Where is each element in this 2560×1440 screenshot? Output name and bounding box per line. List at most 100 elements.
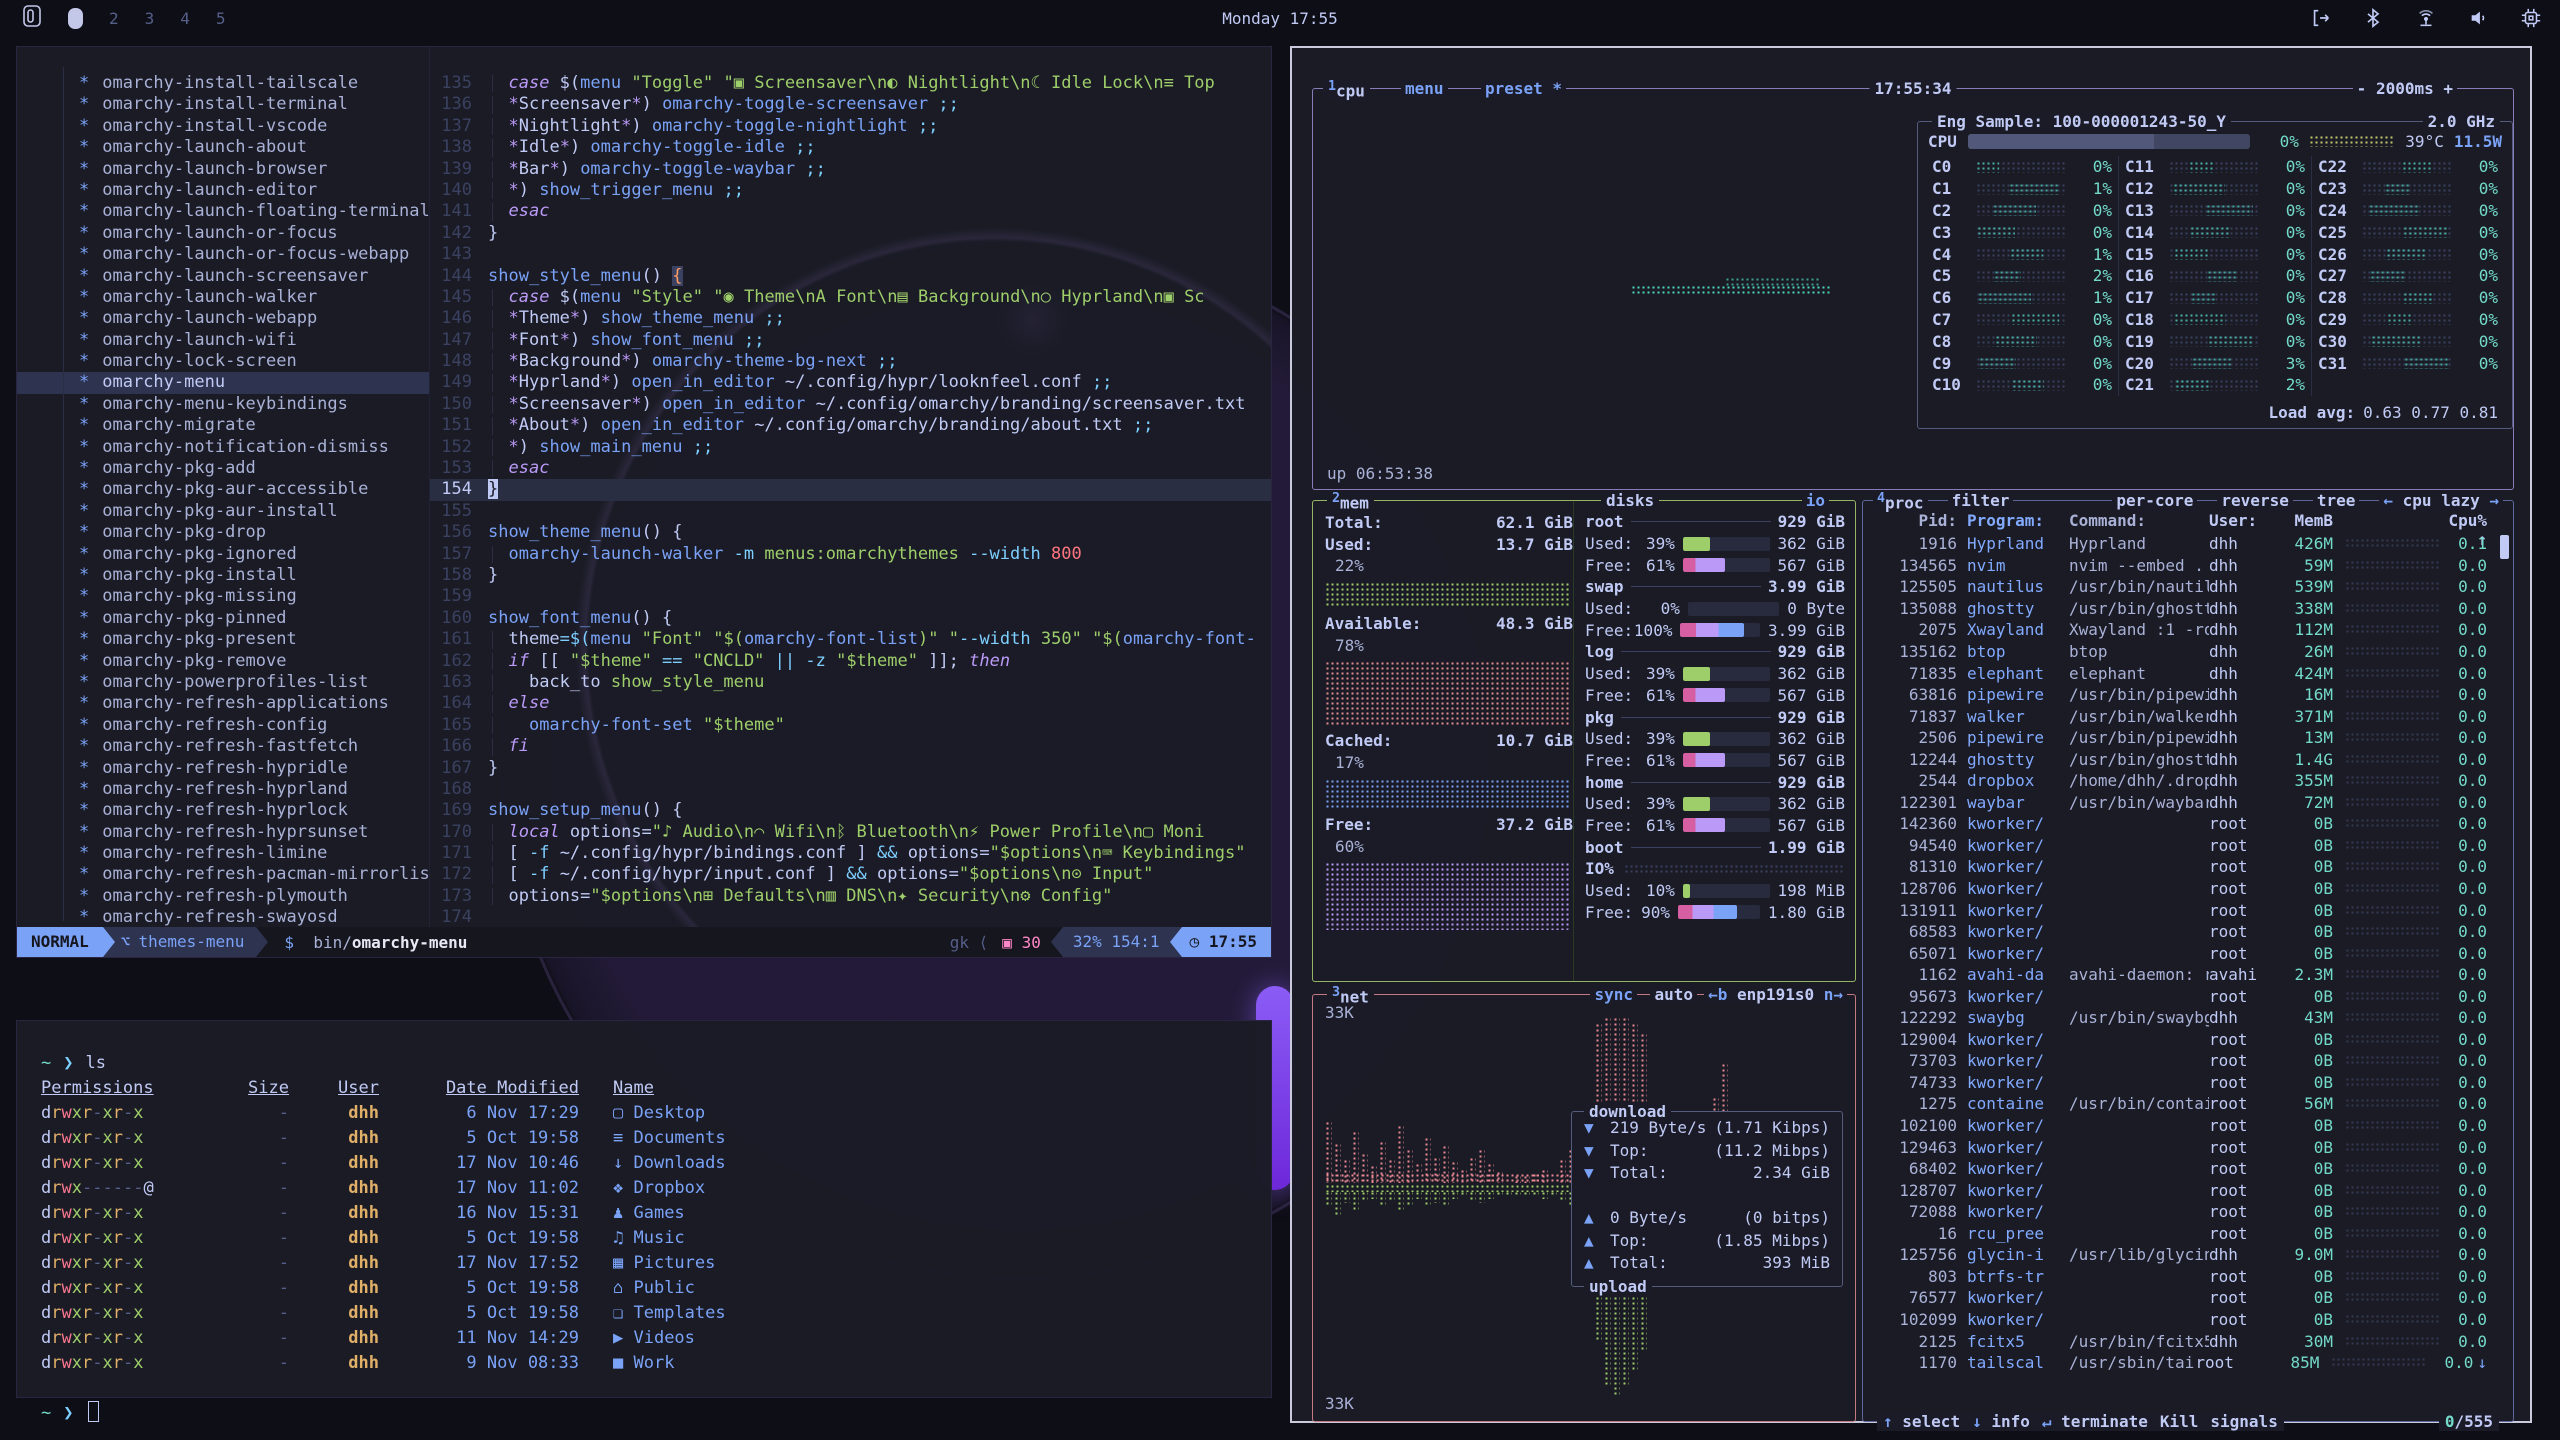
process-row[interactable]: 129004kworker/root0B0.0 bbox=[1873, 1029, 2487, 1051]
file-item[interactable]: *omarchy-refresh-pacman-mirrorlist bbox=[17, 864, 429, 885]
code-line[interactable]: 147 *Font*) show_font_menu ;; bbox=[430, 330, 1271, 351]
process-row[interactable]: 1916HyprlandHyprlanddhh426M0.1 bbox=[1873, 533, 2487, 555]
terminal-window[interactable]: ~❯lsPermissionsSizeUserDate ModifiedName… bbox=[16, 1020, 1272, 1398]
code-line[interactable]: 160show_font_menu() { bbox=[430, 608, 1271, 629]
workspace-active[interactable] bbox=[68, 8, 83, 29]
process-row[interactable]: 72088kworker/root0B0.0 bbox=[1873, 1201, 2487, 1223]
code-line[interactable]: 173 options="$options\n⊞ Defaults\n▥ DNS… bbox=[430, 886, 1271, 907]
process-row[interactable]: 129463kworker/root0B0.0 bbox=[1873, 1136, 2487, 1158]
process-row[interactable]: 102099kworker/root0B0.0 bbox=[1873, 1309, 2487, 1331]
process-row[interactable]: 128707kworker/root0B0.0 bbox=[1873, 1179, 2487, 1201]
file-item[interactable]: *omarchy-migrate bbox=[17, 415, 429, 436]
code-line[interactable]: 145 case $(menu "Style" "◉ Theme\nA Font… bbox=[430, 287, 1271, 308]
code-line[interactable]: 172 [ -f ~/.config/hypr/input.conf ] && … bbox=[430, 864, 1271, 885]
volume-icon[interactable] bbox=[2468, 7, 2490, 29]
process-row[interactable]: 12244ghostty/usr/bin/ghostty --gtk-dhh1.… bbox=[1873, 748, 2487, 770]
sort-selector[interactable]: ← cpu lazy → bbox=[2379, 491, 2503, 512]
process-row[interactable]: 95673kworker/root0B0.0 bbox=[1873, 985, 2487, 1007]
network-icon[interactable] bbox=[2414, 7, 2438, 29]
file-item[interactable]: *omarchy-launch-walker bbox=[17, 287, 429, 308]
code-line[interactable]: 161 theme=$(menu "Font" "$(omarchy-font-… bbox=[430, 629, 1271, 650]
code-line[interactable]: 156show_theme_menu() { bbox=[430, 522, 1271, 543]
code-line[interactable]: 153 esac bbox=[430, 458, 1271, 479]
terminate-button[interactable]: ↵ terminate bbox=[2036, 1412, 2154, 1431]
code-line[interactable]: 140 *) show_trigger_menu ;; bbox=[430, 180, 1271, 201]
process-row[interactable]: 2544dropbox/home/dhh/.dropbox-distdhh355… bbox=[1873, 770, 2487, 792]
file-item[interactable]: *omarchy-install-tailscale bbox=[17, 73, 429, 94]
process-row[interactable]: 76577kworker/root0B0.0 bbox=[1873, 1287, 2487, 1309]
file-item[interactable]: *omarchy-pkg-aur-accessible bbox=[17, 479, 429, 500]
file-item[interactable]: *omarchy-refresh-hypridle bbox=[17, 758, 429, 779]
file-item[interactable]: *omarchy-launch-browser bbox=[17, 159, 429, 180]
code-line[interactable]: 148 *Background*) omarchy-theme-bg-next … bbox=[430, 351, 1271, 372]
code-line[interactable]: 154} bbox=[430, 479, 1271, 500]
file-item[interactable]: *omarchy-refresh-fastfetch bbox=[17, 736, 429, 757]
interval-control[interactable]: - 2000ms + bbox=[2353, 79, 2457, 98]
file-item[interactable]: *omarchy-lock-screen bbox=[17, 351, 429, 372]
file-item[interactable]: *omarchy-refresh-limine bbox=[17, 843, 429, 864]
file-item[interactable]: *omarchy-launch-or-focus-webapp bbox=[17, 244, 429, 265]
process-row[interactable]: 1170tailscal/usr/sbin/tailscaled --root8… bbox=[1873, 1352, 2487, 1374]
code-line[interactable]: 139 *Bar*) omarchy-toggle-waybar ;; bbox=[430, 159, 1271, 180]
workspace-4[interactable]: 4 bbox=[180, 9, 190, 28]
signals-button[interactable]: signals bbox=[2204, 1412, 2283, 1431]
code-line[interactable]: 164 else bbox=[430, 693, 1271, 714]
code-line[interactable]: 138 *Idle*) omarchy-toggle-idle ;; bbox=[430, 137, 1271, 158]
prompt-line[interactable]: ~❯ bbox=[41, 1401, 1271, 1426]
per-core-button[interactable]: per-core bbox=[2112, 491, 2197, 512]
file-item[interactable]: *omarchy-launch-screensaver bbox=[17, 266, 429, 287]
process-row[interactable]: 63816pipewire/usr/bin/pipewiredhh16M0.0 bbox=[1873, 684, 2487, 706]
file-item[interactable]: *omarchy-pkg-add bbox=[17, 458, 429, 479]
code-line[interactable]: 150 *Screensaver*) open_in_editor ~/.con… bbox=[430, 394, 1271, 415]
code-line[interactable]: 166 fi bbox=[430, 736, 1271, 757]
file-item[interactable]: *omarchy-pkg-present bbox=[17, 629, 429, 650]
file-item[interactable]: *omarchy-launch-floating-terminal- bbox=[17, 201, 429, 222]
chip-icon[interactable] bbox=[2520, 7, 2542, 29]
process-row[interactable]: 125505nautilus/usr/bin/nautilus --newdhh… bbox=[1873, 576, 2487, 598]
process-row[interactable]: 135088ghostty/usr/bin/ghostty --gtk-dhh3… bbox=[1873, 598, 2487, 620]
code-line[interactable]: 141 esac bbox=[430, 201, 1271, 222]
file-item[interactable]: *omarchy-refresh-swayosd bbox=[17, 907, 429, 927]
preset-button[interactable]: preset * bbox=[1481, 79, 1566, 98]
code-line[interactable]: 143 bbox=[430, 244, 1271, 265]
process-row[interactable]: 1275containe/usr/bin/containerdroot56M0.… bbox=[1873, 1093, 2487, 1115]
workspace-5[interactable]: 5 bbox=[216, 9, 226, 28]
process-row[interactable]: 1162avahi-daavahi-daemon: running [avahi… bbox=[1873, 964, 2487, 986]
code-line[interactable]: 157 omarchy-launch-walker -m menus:omarc… bbox=[430, 544, 1271, 565]
code-line[interactable]: 162 if [[ "$theme" == "CNCLD" || -z "$th… bbox=[430, 651, 1271, 672]
file-item[interactable]: *omarchy-menu bbox=[17, 372, 429, 393]
process-row[interactable]: 68402kworker/root0B0.0 bbox=[1873, 1158, 2487, 1180]
file-item[interactable]: *omarchy-install-vscode bbox=[17, 116, 429, 137]
file-item[interactable]: *omarchy-pkg-install bbox=[17, 565, 429, 586]
kill-button[interactable]: Kill bbox=[2154, 1412, 2205, 1431]
workspace-3[interactable]: 3 bbox=[145, 9, 155, 28]
file-item[interactable]: *omarchy-menu-keybindings bbox=[17, 394, 429, 415]
process-row[interactable]: 134565nvimnvim --embed .dhh59M0.0 bbox=[1873, 555, 2487, 577]
process-row[interactable]: 73703kworker/root0B0.0 bbox=[1873, 1050, 2487, 1072]
logout-icon[interactable] bbox=[2310, 7, 2332, 29]
process-row[interactable]: 135162btopbtopdhh26M0.0 bbox=[1873, 641, 2487, 663]
process-row[interactable]: 131911kworker/root0B0.0 bbox=[1873, 899, 2487, 921]
code-line[interactable]: 169show_setup_menu() { bbox=[430, 800, 1271, 821]
file-item[interactable]: *omarchy-install-terminal bbox=[17, 94, 429, 115]
file-item[interactable]: *omarchy-pkg-aur-install bbox=[17, 501, 429, 522]
info-button[interactable]: ↓ info bbox=[1966, 1412, 2036, 1431]
process-row[interactable]: 803btrfs-trroot0B0.0 bbox=[1873, 1266, 2487, 1288]
select-button[interactable]: ↑ select bbox=[1877, 1412, 1966, 1431]
process-row[interactable]: 74733kworker/root0B0.0 bbox=[1873, 1072, 2487, 1094]
process-row[interactable]: 68583kworker/root0B0.0 bbox=[1873, 921, 2487, 943]
disks-title[interactable]: disks bbox=[1601, 491, 1659, 510]
process-row[interactable]: 94540kworker/root0B0.0 bbox=[1873, 835, 2487, 857]
process-row[interactable]: 81310kworker/root0B0.0 bbox=[1873, 856, 2487, 878]
file-item[interactable]: *omarchy-refresh-plymouth bbox=[17, 886, 429, 907]
file-item[interactable]: *omarchy-refresh-config bbox=[17, 715, 429, 736]
file-item[interactable]: *omarchy-launch-or-focus bbox=[17, 223, 429, 244]
code-line[interactable]: 174 bbox=[430, 907, 1271, 927]
code-line[interactable]: 142} bbox=[430, 223, 1271, 244]
file-item[interactable]: *omarchy-pkg-ignored bbox=[17, 544, 429, 565]
process-row[interactable]: 128706kworker/root0B0.0 bbox=[1873, 878, 2487, 900]
file-item[interactable]: *omarchy-pkg-missing bbox=[17, 586, 429, 607]
file-item[interactable]: *omarchy-refresh-hyprsunset bbox=[17, 822, 429, 843]
bluetooth-icon[interactable] bbox=[2362, 7, 2384, 29]
code-line[interactable]: 168 bbox=[430, 779, 1271, 800]
